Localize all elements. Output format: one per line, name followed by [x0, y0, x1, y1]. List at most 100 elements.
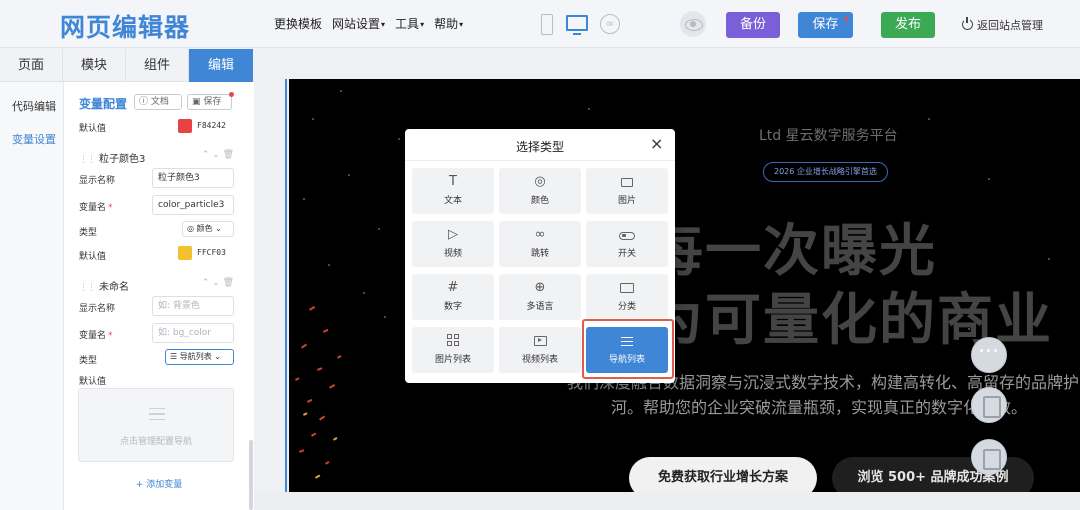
move-down-icon[interactable]: ⌄ [212, 150, 220, 160]
display-name-label: 显示名称 [79, 304, 116, 314]
preview-eye-icon[interactable] [680, 11, 706, 37]
type-label: 类型 [79, 228, 98, 238]
type-select[interactable]: ☰ 导航列表 ⌄ [165, 349, 234, 365]
display-name-input[interactable]: 粒子颜色3 [152, 168, 234, 188]
panel-save-label: 保存 [203, 97, 222, 107]
tab-page[interactable]: 页面 [0, 49, 63, 82]
link-icon: ∞ [534, 227, 546, 242]
video-list-icon [499, 333, 581, 349]
nav-config-hint: 点击管理配置导航 [119, 437, 192, 447]
top-toolbar: 网页编辑器 更换模板 网站设置▾ 工具▾ 帮助▾ ∞ 备份 保存 发布 返回站点… [0, 0, 1080, 48]
default-value-label: 默认值 [79, 377, 107, 387]
type-select-value: 导航列表 [179, 352, 212, 361]
move-up-icon[interactable]: ⌃ [202, 150, 210, 160]
panel-save-button[interactable]: ▣ 保存 [187, 92, 234, 110]
type-tile-image[interactable]: 图片 [586, 168, 668, 214]
menu-help[interactable]: 帮助▾ [434, 15, 463, 32]
variable-group-header: ⋮⋮ 粒子颜色3 [79, 150, 145, 165]
edit-subnav: 代码编辑 变量设置 [0, 82, 64, 510]
backup-button[interactable]: 备份 [726, 12, 780, 38]
image-list-icon [412, 333, 494, 349]
switch-icon [586, 227, 668, 243]
variable-name-label: 变量名 * [79, 203, 113, 213]
move-down-icon[interactable]: ⌄ [212, 278, 220, 288]
nav-config-area[interactable]: 点击管理配置导航 [78, 388, 234, 462]
power-icon [962, 17, 973, 30]
display-name-label: 显示名称 [79, 176, 116, 186]
type-tile-label: 数字 [443, 302, 462, 312]
device-switcher: ∞ [538, 14, 622, 38]
group-tools: ⌃ ⌄ 🗑 [202, 150, 234, 160]
selection-highlight [582, 319, 674, 379]
type-tile-label: 颜色 [530, 196, 549, 206]
subnav-code-edit[interactable]: 代码编辑 [12, 98, 56, 114]
publish-button[interactable]: 发布 [881, 12, 935, 38]
variable-config-panel: 变量配置 ⓘ 文档 ▣ 保存 默认值 F84242 ⋮⋮ 粒子颜色3 ⌃ ⌄ 🗑 … [64, 82, 254, 510]
menu-change-template[interactable]: 更换模板 [274, 15, 322, 32]
variable-name-input[interactable]: color_particle3 [152, 195, 234, 215]
link-icon[interactable]: ∞ [600, 14, 620, 34]
docs-button[interactable]: ⓘ 文档 [134, 94, 182, 110]
tab-modules[interactable]: 模块 [63, 49, 126, 82]
group-name: 未命名 [99, 282, 129, 293]
desktop-device-icon[interactable] [566, 15, 588, 35]
back-to-site-link[interactable]: 返回站点管理 [962, 17, 1043, 33]
type-tile-number[interactable]: # 数字 [412, 274, 494, 320]
drag-handle-icon[interactable]: ⋮⋮ [79, 155, 96, 165]
type-tile-label: 视频 [443, 249, 462, 259]
add-variable-button[interactable]: + 添加变量 [64, 477, 254, 490]
modal-title: 选择类型 [515, 140, 564, 154]
color-icon: ◎ [534, 174, 546, 189]
default-color-picker[interactable]: F84242 [178, 118, 234, 135]
type-tile-label: 图片 [617, 196, 636, 206]
close-icon[interactable]: × [650, 135, 663, 153]
chat-icon[interactable] [971, 337, 1007, 373]
text-icon: T [449, 174, 457, 189]
type-tile-text[interactable]: T 文本 [412, 168, 494, 214]
type-tile-label: 跳转 [530, 249, 549, 259]
tab-components[interactable]: 组件 [126, 49, 189, 82]
trash-icon[interactable]: 🗑 [223, 150, 234, 160]
save-button[interactable]: 保存 [798, 12, 853, 38]
color-hex: FFCF03 [197, 248, 226, 257]
default-color-picker[interactable]: FFCF03 [178, 245, 234, 262]
modal-divider [405, 160, 675, 161]
type-tile-label: 多语言 [526, 302, 554, 312]
type-tile-image-list[interactable]: 图片列表 [412, 327, 494, 373]
sidebar-scrollbar[interactable] [249, 440, 253, 510]
unsaved-dot [844, 17, 848, 21]
color-swatch [178, 245, 192, 260]
display-name-input[interactable]: 如: 背景色 [152, 296, 234, 316]
type-tile-category[interactable]: 分类 [586, 274, 668, 320]
type-tile-color[interactable]: ◎ 颜色 [499, 168, 581, 214]
type-tile-link[interactable]: ∞ 跳转 [499, 221, 581, 267]
menu-tools[interactable]: 工具▾ [395, 15, 424, 32]
trash-icon[interactable]: 🗑 [223, 278, 234, 288]
mobile-device-icon[interactable] [541, 14, 553, 35]
variable-name-text: 变量名 [79, 331, 107, 341]
group-tools: ⌃ ⌄ 🗑 [202, 278, 234, 288]
menu-label: 帮助 [434, 17, 459, 31]
type-tile-label: 开关 [617, 249, 636, 259]
variable-name-label: 变量名 * [79, 331, 113, 341]
move-up-icon[interactable]: ⌃ [202, 278, 210, 288]
back-to-site-label: 返回站点管理 [977, 19, 1043, 32]
type-tile-video-list[interactable]: 视频列表 [499, 327, 581, 373]
chevron-down-icon: ▾ [459, 20, 464, 29]
type-select[interactable]: ◎ 颜色 ⌄ [182, 221, 234, 237]
variable-name-input[interactable]: 如: bg_color [152, 323, 234, 343]
cta-primary-button[interactable]: 免费获取行业增长方案 [629, 457, 817, 492]
document-icon[interactable] [971, 387, 1007, 423]
type-tile-switch[interactable]: 开关 [586, 221, 668, 267]
drag-handle-icon[interactable]: ⋮⋮ [79, 283, 96, 293]
save-button-label: 保存 [812, 17, 839, 32]
menu-site-settings[interactable]: 网站设置▾ [332, 15, 385, 32]
form-icon[interactable] [971, 439, 1007, 475]
type-tile-multilang[interactable]: ⊕ 多语言 [499, 274, 581, 320]
tab-edit[interactable]: 编辑 [189, 49, 253, 82]
type-tile-label: 文本 [443, 196, 462, 206]
globe-icon: ⊕ [534, 280, 546, 295]
type-select-value: 颜色 [196, 224, 213, 233]
subnav-variable-settings[interactable]: 变量设置 [12, 131, 56, 147]
type-tile-video[interactable]: ▷ 视频 [412, 221, 494, 267]
